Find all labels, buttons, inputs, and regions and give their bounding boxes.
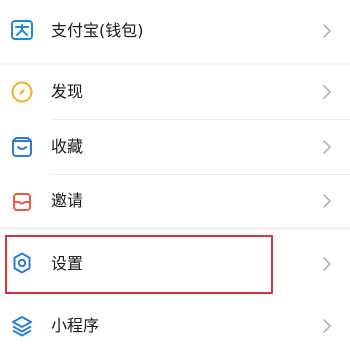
menu-item-mini-programs[interactable]: 小程序 (0, 300, 350, 344)
chevron-right-icon (322, 256, 332, 272)
menu-item-invite[interactable]: 邀请 (0, 175, 350, 227)
menu-item-wallet[interactable]: 支付宝(钱包) (0, 0, 350, 63)
menu-item-settings[interactable]: 设置 (0, 230, 350, 297)
menu-item-label: 发现 (51, 82, 84, 101)
menu-item-favorites[interactable]: 收藏 (0, 120, 350, 174)
chevron-right-icon (322, 318, 332, 334)
chevron-right-icon (322, 23, 332, 39)
chevron-right-icon (322, 139, 332, 155)
layers-icon (10, 314, 34, 338)
menu-item-label: 小程序 (51, 316, 100, 335)
menu-page: 支付宝(钱包) 发现 收藏 邀请 设置 小程序 (0, 0, 350, 344)
chevron-right-icon (322, 84, 332, 100)
wallet-icon (10, 18, 34, 42)
favorites-box-icon (10, 135, 34, 159)
menu-item-label: 收藏 (51, 137, 84, 156)
menu-item-label: 设置 (51, 254, 84, 273)
menu-item-label: 支付宝(钱包) (51, 21, 144, 40)
compass-icon (10, 80, 34, 104)
chevron-right-icon (322, 193, 332, 209)
menu-item-discover[interactable]: 发现 (0, 65, 350, 119)
menu-item-label: 邀请 (51, 191, 84, 210)
invite-box-icon (10, 189, 34, 213)
gear-icon (10, 251, 34, 275)
